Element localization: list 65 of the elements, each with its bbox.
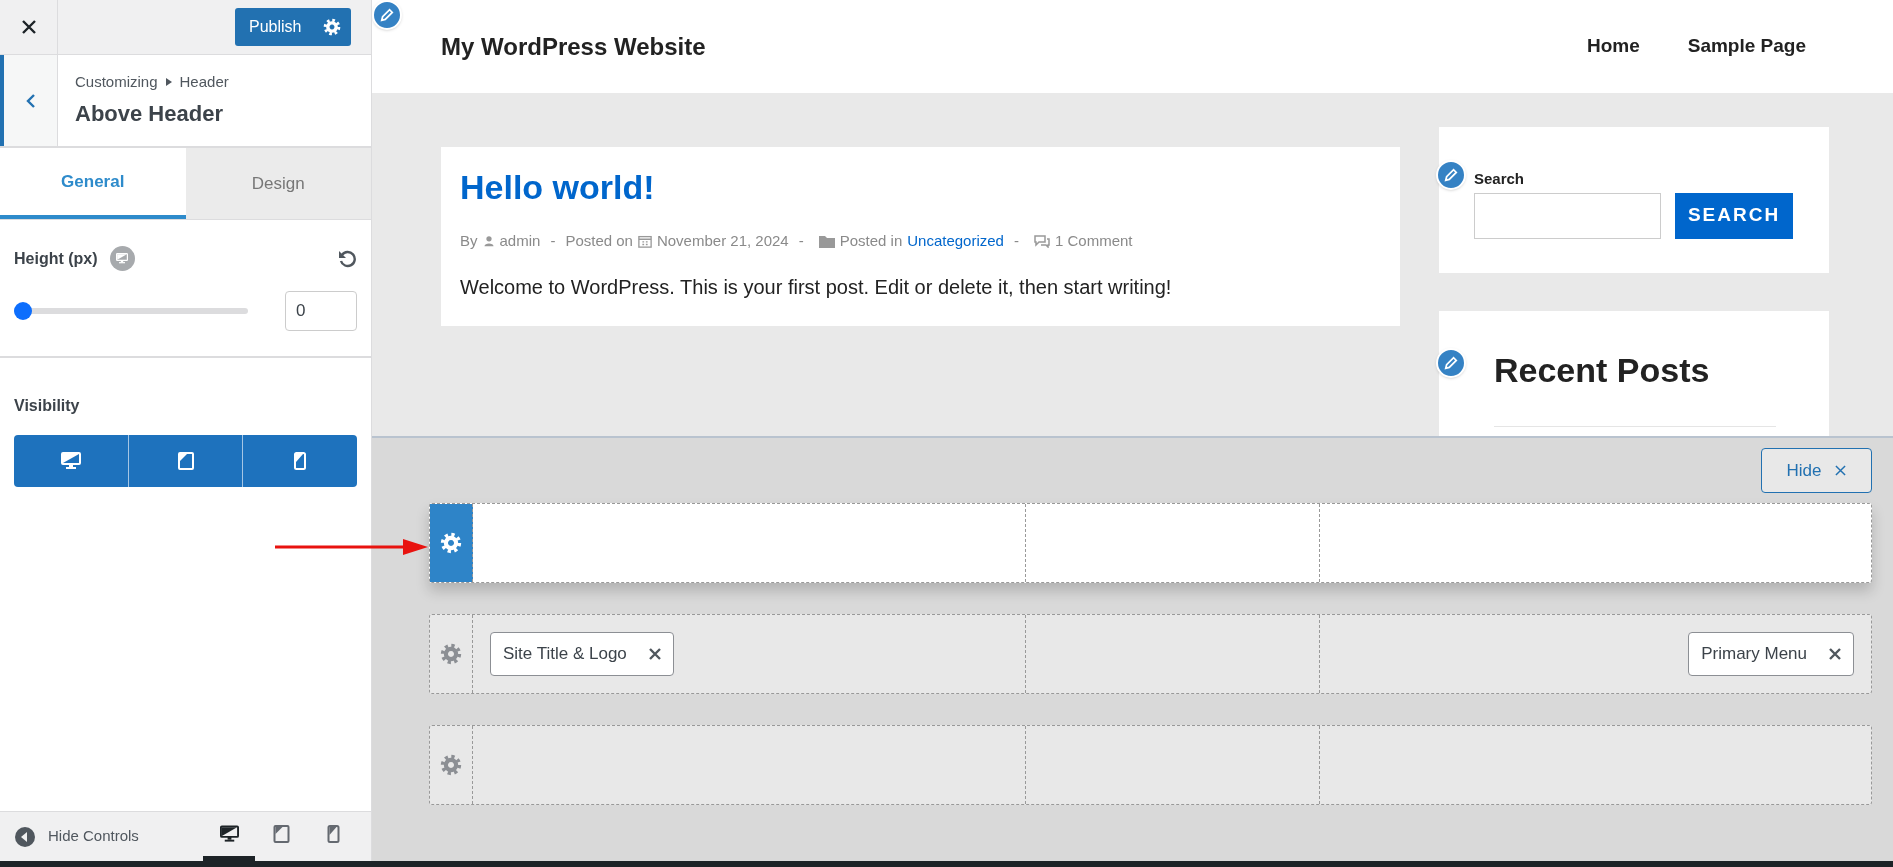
meta-text: Posted on [565,230,633,251]
widget-title: Recent Posts [1494,350,1711,391]
back-icon [25,92,36,109]
slider-thumb[interactable] [14,302,32,320]
visibility-label: Visibility [14,396,81,416]
tablet-icon [271,825,291,843]
height-label: Height (px) [14,248,98,269]
pencil-icon [380,8,394,22]
remove-icon[interactable] [648,648,661,660]
tab[interactable]: Design [185,148,371,219]
site-title[interactable]: My WordPress Website [441,28,706,65]
element-label: Site Title & Logo [503,643,627,666]
element-label: Primary Menu [1701,643,1807,666]
height-input[interactable]: 0 [285,291,357,331]
comment-count: 1 Comment [1054,230,1133,251]
post-date: November 21, 2024 [656,230,789,251]
nav-link[interactable]: Sample Page [1687,32,1806,61]
nav-link[interactable]: Home [1586,32,1640,61]
header-element[interactable]: Primary Menu [1688,632,1854,676]
desktop-icon [219,825,239,843]
desktop-icon [116,253,129,264]
section-title: Above Header [75,100,224,129]
meta-separator: - [798,230,804,251]
gear-icon [440,643,462,665]
search-label: Search [1474,169,1526,189]
folder-icon [818,234,835,249]
hide-button[interactable]: Hide [1761,448,1872,493]
comments-icon [1033,234,1050,249]
hide-controls-button[interactable]: Hide Controls [0,812,139,861]
meta-text: Posted in [839,230,903,251]
meta-separator: - [550,230,556,251]
search-field[interactable] [1474,192,1661,239]
header-element[interactable]: Site Title & Logo [490,632,674,676]
visibility-toggle[interactable] [127,435,243,487]
tablet-icon [175,452,196,470]
post-title[interactable]: Hello world! [460,167,1400,208]
pencil-icon [1444,168,1458,182]
remove-icon[interactable] [1829,648,1841,660]
row-settings-button[interactable] [430,504,473,582]
back-button[interactable] [0,55,58,146]
visibility-toggle[interactable] [242,435,357,487]
settings-icon [323,18,341,36]
user-icon [482,234,495,249]
gear-icon [440,532,462,554]
calendar-icon [637,234,652,249]
breadcrumb-item: Customizing [75,71,158,92]
pencil-icon [1444,356,1458,370]
reset-icon[interactable] [337,248,357,269]
close-icon [1835,465,1847,476]
close-icon [20,19,37,35]
category-link[interactable]: Uncategorized [907,229,1004,253]
collapse-icon [15,826,35,847]
gear-icon [440,754,462,776]
desktop-icon [60,452,81,470]
meta-text: By [460,230,478,251]
caret-icon [165,78,172,86]
edit-button[interactable] [1436,348,1466,378]
breadcrumb-item: Header [179,71,229,92]
meta-separator: - [1013,230,1019,251]
search-button[interactable]: SEARCH [1675,192,1793,239]
author-name: admin [499,230,541,251]
visibility-toggle[interactable] [14,435,128,487]
publish-button[interactable]: Publish [235,8,351,46]
post-excerpt: Welcome to WordPress. This is your first post. Edit or delete it, then start writing! [460,275,1173,301]
edit-button[interactable] [1436,160,1466,190]
